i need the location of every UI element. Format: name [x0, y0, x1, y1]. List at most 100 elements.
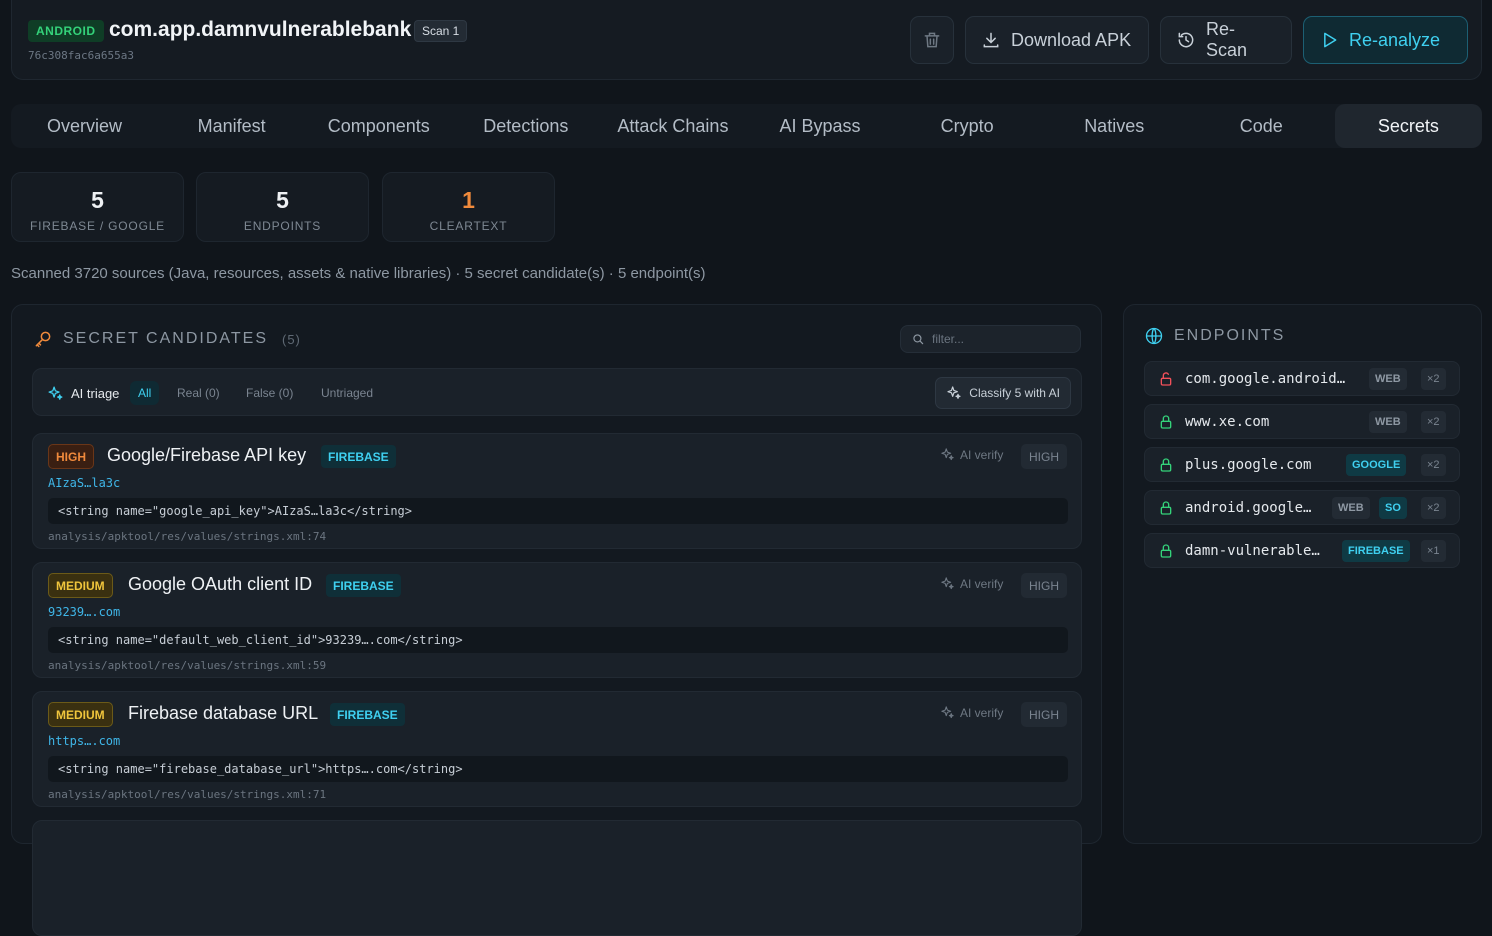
- severity-badge: MEDIUM: [48, 573, 113, 598]
- play-icon: [1324, 32, 1337, 48]
- sparkle-icon: [941, 577, 954, 590]
- ai-triage-text: AI triage: [71, 386, 120, 401]
- delete-button[interactable]: [910, 16, 954, 64]
- secret-candidates-count: (5): [282, 331, 301, 347]
- secret-card[interactable]: [32, 820, 1082, 936]
- secret-card[interactable]: HIGH Google/Firebase API key FIREBASE AI…: [32, 433, 1082, 549]
- tab-manifest[interactable]: Manifest: [158, 104, 305, 148]
- secret-code-snippet: <string name="firebase_database_url">htt…: [48, 756, 1068, 782]
- secret-filter-placeholder: filter...: [932, 332, 965, 346]
- confidence-badge: HIGH: [1021, 573, 1067, 598]
- endpoint-item[interactable]: plus.google.com GOOGLE ×2: [1144, 447, 1460, 482]
- filter-pill-all[interactable]: All: [130, 381, 160, 405]
- scan-summary: Scanned 3720 sources (Java, resources, a…: [11, 265, 706, 282]
- endpoint-count: ×2: [1421, 497, 1446, 519]
- tab-code[interactable]: Code: [1188, 104, 1335, 148]
- key-icon: [35, 331, 51, 348]
- download-icon: [983, 32, 999, 48]
- endpoint-host: com.google.android…: [1185, 371, 1346, 387]
- stat-firebase: 5 FIREBASE / GOOGLE: [11, 172, 184, 242]
- search-icon: [913, 334, 924, 345]
- secret-title: Google OAuth client ID: [128, 574, 313, 594]
- confidence-badge: HIGH: [1021, 444, 1067, 469]
- ai-verify-label: AI verify: [960, 447, 1004, 462]
- package-name: com.app.damnvulnerablebank: [109, 18, 412, 41]
- tab-natives[interactable]: Natives: [1041, 104, 1188, 148]
- scan-badge: Scan 1: [414, 20, 468, 42]
- download-apk-button[interactable]: Download APK: [965, 16, 1149, 64]
- stat-cleartext-value: 1: [462, 187, 475, 213]
- endpoint-item[interactable]: com.google.android… WEB ×2: [1144, 361, 1460, 396]
- tab-components[interactable]: Components: [305, 104, 452, 148]
- app-header: ANDROID com.app.damnvulnerablebank Scan …: [11, 0, 1482, 80]
- tab-crypto[interactable]: Crypto: [894, 104, 1041, 148]
- secret-source-path[interactable]: analysis/apktool/res/values/strings.xml:…: [48, 788, 326, 801]
- sparkle-icon: [947, 386, 961, 399]
- endpoint-tag: FIREBASE: [1342, 540, 1410, 562]
- globe-icon: [1145, 327, 1163, 345]
- secret-source-path[interactable]: analysis/apktool/res/values/strings.xml:…: [48, 659, 326, 672]
- sparkle-icon: [941, 706, 954, 719]
- classify-with-ai-button[interactable]: Classify 5 with AI: [935, 377, 1071, 409]
- endpoint-tag: WEB: [1369, 411, 1407, 433]
- tab-detections[interactable]: Detections: [452, 104, 599, 148]
- rescan-button[interactable]: Re-Scan: [1160, 16, 1292, 64]
- ai-verify-button[interactable]: AI verify: [940, 705, 1003, 720]
- endpoint-host: plus.google.com: [1185, 457, 1312, 473]
- history-icon: [1178, 32, 1194, 48]
- ai-triage-label: AI triage: [47, 385, 119, 402]
- download-apk-label: Download APK: [1011, 29, 1132, 50]
- secret-code-snippet: <string name="google_api_key">AIzaS…la3c…: [48, 498, 1068, 524]
- endpoints-header: ENDPOINTS: [1144, 326, 1285, 346]
- lock-icon: [1160, 458, 1172, 472]
- platform-badge: ANDROID: [28, 20, 104, 42]
- endpoint-tag: WEB: [1369, 368, 1407, 390]
- classify-with-ai-label: Classify 5 with AI: [969, 386, 1060, 400]
- secret-filter-input[interactable]: filter...: [900, 325, 1081, 353]
- stat-cleartext: 1 CLEARTEXT: [382, 172, 555, 242]
- lock-icon: [1160, 544, 1172, 558]
- unlock-icon: [1160, 372, 1172, 386]
- filter-pill-untriaged[interactable]: Untriaged: [313, 381, 381, 405]
- secret-candidates-header: SECRET CANDIDATES (5): [33, 329, 301, 349]
- tab-attack-chains[interactable]: Attack Chains: [599, 104, 746, 148]
- secret-card[interactable]: MEDIUM Google OAuth client ID FIREBASE A…: [32, 562, 1082, 678]
- reanalyze-label: Re-analyze: [1349, 29, 1441, 50]
- secret-value[interactable]: 93239….com: [48, 605, 120, 619]
- endpoint-count: ×2: [1421, 454, 1446, 476]
- endpoint-count: ×2: [1421, 411, 1446, 433]
- scan-hash: 76c308fac6a655a3: [28, 49, 134, 62]
- endpoint-tag: GOOGLE: [1346, 454, 1407, 476]
- endpoint-host: damn-vulnerable…: [1185, 543, 1320, 559]
- endpoint-tag: WEB: [1332, 497, 1370, 519]
- stat-endpoints-value: 5: [276, 187, 289, 213]
- tab-secrets[interactable]: Secrets: [1334, 104, 1482, 148]
- severity-badge: HIGH: [48, 444, 94, 469]
- sparkle-icon: [941, 448, 954, 461]
- stat-cleartext-label: CLEARTEXT: [429, 219, 508, 233]
- ai-triage-bar: AI triage All Real (0) False (0) Untriag…: [32, 368, 1082, 416]
- secret-title: Firebase database URL: [128, 703, 319, 723]
- filter-pill-real[interactable]: Real (0): [169, 381, 228, 405]
- secret-candidates-title: SECRET CANDIDATES: [63, 330, 268, 347]
- secret-value[interactable]: AIzaS…la3c: [48, 476, 120, 490]
- reanalyze-button[interactable]: Re-analyze: [1303, 16, 1468, 64]
- ai-verify-button[interactable]: AI verify: [940, 576, 1003, 591]
- rescan-label: Re-Scan: [1206, 19, 1248, 60]
- ai-verify-button[interactable]: AI verify: [940, 447, 1003, 462]
- secret-source-path[interactable]: analysis/apktool/res/values/strings.xml:…: [48, 530, 326, 543]
- endpoint-item[interactable]: www.xe.com WEB ×2: [1144, 404, 1460, 439]
- secret-category-tag: FIREBASE: [321, 445, 396, 468]
- sparkle-icon: [48, 386, 63, 400]
- secret-card[interactable]: MEDIUM Firebase database URL FIREBASE AI…: [32, 691, 1082, 807]
- endpoint-item[interactable]: damn-vulnerable… FIREBASE ×1: [1144, 533, 1460, 568]
- secret-value[interactable]: https….com: [48, 734, 120, 748]
- tab-ai-bypass[interactable]: AI Bypass: [746, 104, 893, 148]
- filter-pill-false[interactable]: False (0): [238, 381, 301, 405]
- tab-overview[interactable]: Overview: [11, 104, 158, 148]
- endpoint-item[interactable]: android.google… WEB SO ×2: [1144, 490, 1460, 525]
- endpoint-tag: SO: [1379, 497, 1407, 519]
- endpoint-count: ×2: [1421, 368, 1446, 390]
- trash-icon: [924, 32, 940, 48]
- endpoint-host: android.google…: [1185, 500, 1312, 516]
